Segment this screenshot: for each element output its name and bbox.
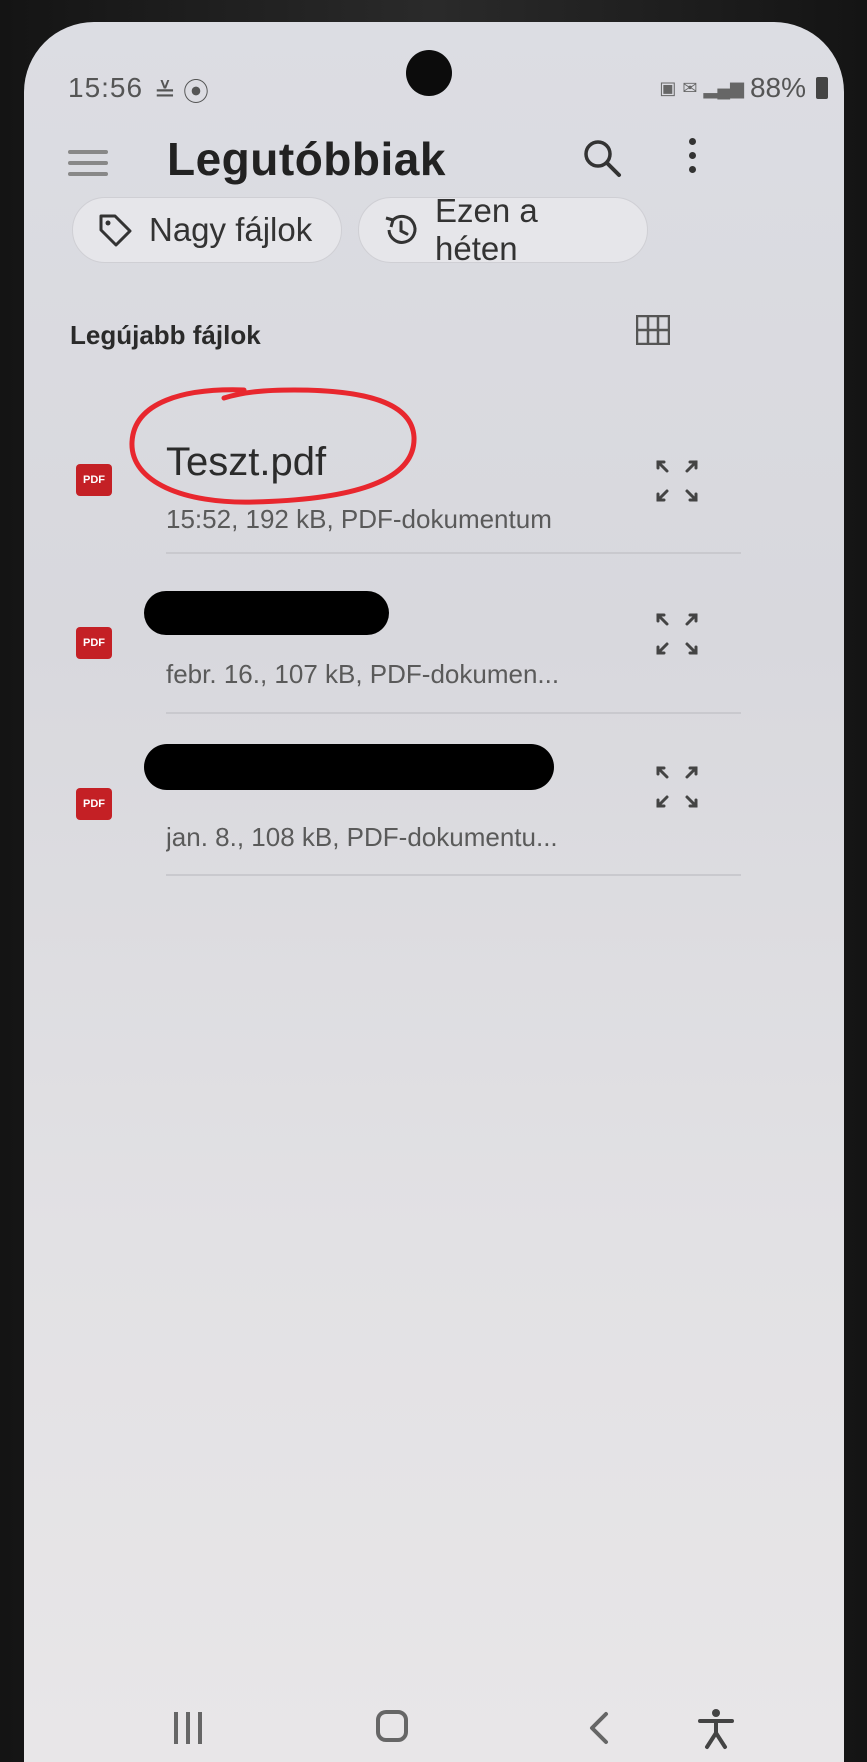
- file-meta: jan. 8., 108 kB, PDF-dokumentu...: [166, 822, 558, 852]
- status-time: 15:56: [68, 72, 144, 103]
- system-nav-bar: [24, 1702, 844, 1762]
- list-item-file-3[interactable]: PDF jan. 8., 108 kB, PDF-dokumentu...: [24, 722, 844, 872]
- hamburger-menu-icon[interactable]: [68, 150, 108, 180]
- screen: 15:56 ≚ ⦿ ▣ ✉ ▂▄▆ 88% Legutóbbiak Nagy f…: [24, 22, 844, 1762]
- list-item-file-1[interactable]: PDF Teszt.pdf 15:52, 192 kB, PDF-dokumen…: [24, 410, 844, 560]
- expand-icon[interactable]: [654, 764, 700, 810]
- battery-icon: [816, 77, 828, 99]
- search-icon[interactable]: [580, 136, 624, 180]
- back-icon[interactable]: [580, 1708, 620, 1748]
- list-item-file-2[interactable]: PDF febr. 16., 107 kB, PDF-dokumen...: [24, 567, 844, 717]
- chip-this-week-label: Ezen a héten: [435, 192, 538, 267]
- file-name: Teszt.pdf: [166, 440, 327, 484]
- chip-large-files-label: Nagy fájlok: [149, 211, 313, 248]
- redaction-bar: [144, 591, 389, 635]
- expand-icon[interactable]: [654, 458, 700, 504]
- file-meta: febr. 16., 107 kB, PDF-dokumen...: [166, 659, 560, 689]
- expand-icon[interactable]: [654, 611, 700, 657]
- divider: [166, 874, 741, 876]
- tag-icon: [99, 214, 132, 247]
- grid-view-icon[interactable]: [636, 315, 670, 345]
- accessibility-icon[interactable]: [694, 1706, 738, 1750]
- redaction-bar: [144, 744, 554, 790]
- message-icon: ✉: [682, 77, 698, 98]
- divider: [166, 712, 741, 714]
- notification-icons: ≚ ⦿: [154, 77, 210, 107]
- home-icon[interactable]: [376, 1710, 408, 1742]
- history-icon: [385, 214, 417, 244]
- chip-large-files[interactable]: Nagy fájlok: [72, 197, 342, 263]
- pdf-file-icon: PDF: [76, 627, 112, 659]
- status-bar: 15:56 ≚ ⦿ ▣ ✉ ▂▄▆ 88%: [68, 72, 828, 112]
- status-right: ▣ ✉ ▂▄▆ 88%: [659, 72, 828, 104]
- battery-level: 88%: [749, 72, 806, 103]
- recent-apps-icon[interactable]: [174, 1712, 208, 1746]
- section-title: Legújabb fájlok: [70, 320, 261, 350]
- volte-icon: ▣: [659, 77, 677, 98]
- phone-frame: 15:56 ≚ ⦿ ▣ ✉ ▂▄▆ 88% Legutóbbiak Nagy f…: [0, 0, 867, 1762]
- page-title: Legutóbbiak: [167, 133, 446, 185]
- signal-icon: ▂▄▆: [703, 77, 744, 98]
- chip-this-week[interactable]: Ezen a héten: [358, 192, 648, 267]
- file-meta: 15:52, 192 kB, PDF-dokumentum: [166, 504, 552, 534]
- pdf-file-icon: PDF: [76, 788, 112, 820]
- divider: [166, 552, 741, 554]
- pdf-file-icon: PDF: [76, 464, 112, 496]
- more-options-icon[interactable]: [686, 138, 698, 182]
